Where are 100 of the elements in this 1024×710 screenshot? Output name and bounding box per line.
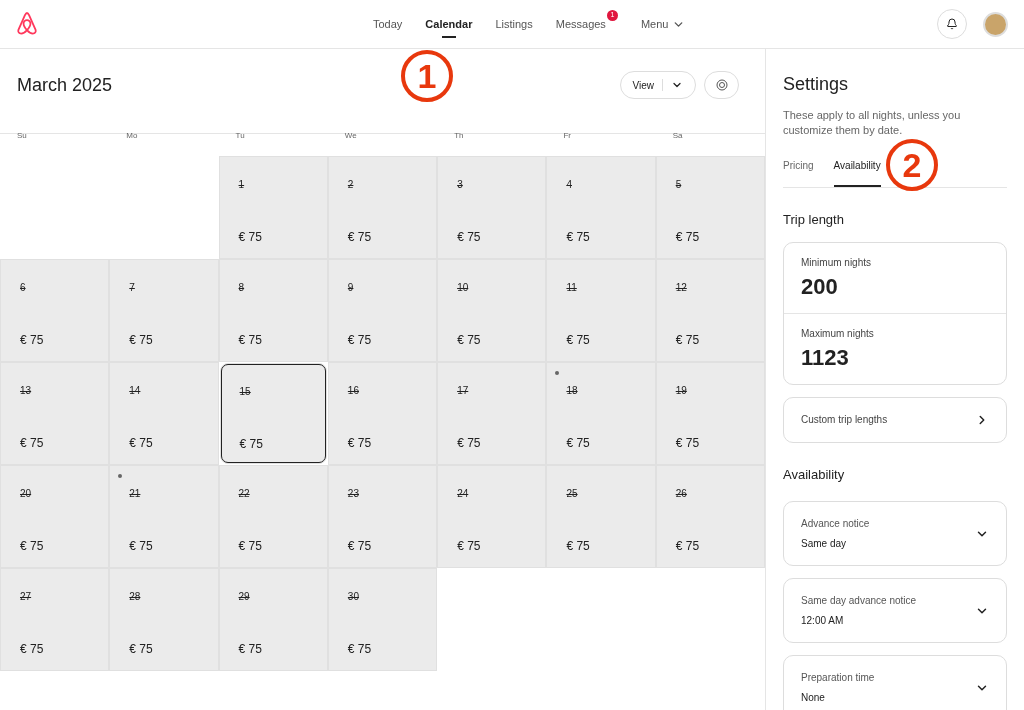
day-number: 21 xyxy=(129,487,141,501)
day-price: € 75 xyxy=(238,641,262,658)
day-cell[interactable]: 28 € 75 xyxy=(109,568,219,671)
day-number: 18 xyxy=(566,384,578,398)
settings-tab[interactable]: Availability xyxy=(833,158,881,187)
day-price: € 75 xyxy=(675,538,700,555)
logo-icon[interactable] xyxy=(16,12,38,36)
day-number: 26 xyxy=(675,487,687,501)
weekday-label: We xyxy=(344,131,357,140)
day-number: 5 xyxy=(675,178,682,192)
day-price: € 75 xyxy=(457,538,481,555)
field-value[interactable]: 1123 xyxy=(801,340,849,374)
day-cell[interactable]: 17 € 75 xyxy=(437,362,547,465)
day-number: 25 xyxy=(566,487,578,501)
day-price: € 75 xyxy=(347,332,372,349)
day-cell[interactable]: 19 € 75 xyxy=(655,362,765,465)
menu-button[interactable]: Menu xyxy=(640,0,686,48)
day-cell[interactable]: 25 € 75 xyxy=(546,465,656,568)
day-cell[interactable]: 1 € 75 xyxy=(218,156,328,259)
day-cell[interactable]: 3 € 75 xyxy=(437,156,547,259)
month-title: March 2025 xyxy=(17,73,113,97)
day-number: 16 xyxy=(347,384,359,398)
day-cell[interactable]: 5 € 75 xyxy=(655,156,765,259)
dropdown-field[interactable]: Preparation time None xyxy=(783,655,1007,710)
day-price: € 75 xyxy=(129,332,153,349)
day-price: € 75 xyxy=(566,229,590,246)
day-price: € 75 xyxy=(675,229,700,246)
dropdown-field[interactable]: Advance notice Same day xyxy=(783,501,1007,566)
day-number: 17 xyxy=(457,384,469,398)
nav-tab[interactable]: Listings xyxy=(495,0,533,48)
day-cell[interactable]: 11 € 75 xyxy=(546,259,656,362)
day-cell[interactable]: 8 € 75 xyxy=(218,259,328,362)
day-price: € 75 xyxy=(675,332,700,349)
day-number: 27 xyxy=(20,590,32,604)
day-number: 8 xyxy=(238,281,245,295)
day-price: € 75 xyxy=(238,538,262,555)
day-cell[interactable]: 16 € 75 xyxy=(327,362,438,465)
day-cell[interactable]: 4 € 75 xyxy=(546,156,656,259)
day-cell[interactable]: 21 € 75 xyxy=(109,465,219,568)
nav-tab[interactable]: Today xyxy=(373,0,403,48)
day-number: 13 xyxy=(20,384,32,398)
weekday-label: Tu xyxy=(235,131,245,140)
day-number: 4 xyxy=(566,178,572,192)
day-price: € 75 xyxy=(20,538,44,555)
day-price: € 75 xyxy=(239,436,263,453)
circle-icon xyxy=(715,79,728,91)
day-number: 20 xyxy=(20,487,32,501)
day-cell[interactable]: 13 € 75 xyxy=(0,362,110,465)
day-cell[interactable]: 20 € 75 xyxy=(0,465,110,568)
day-price: € 75 xyxy=(457,332,481,349)
day-cell[interactable]: 30 € 75 xyxy=(327,568,438,671)
day-number: 14 xyxy=(129,384,141,398)
day-cell[interactable]: 6 € 75 xyxy=(0,259,110,362)
settings-title: Settings xyxy=(783,73,850,96)
active-tab-underline xyxy=(441,36,456,38)
annotation-number: 1 xyxy=(401,50,453,102)
day-number: 12 xyxy=(675,281,687,295)
custom-trip-lengths-button[interactable]: Custom trip lengths xyxy=(783,396,1007,443)
day-number: 24 xyxy=(457,487,469,501)
day-price: € 75 xyxy=(238,229,262,246)
day-cell[interactable]: 29 € 75 xyxy=(218,568,328,671)
field-value[interactable]: 200 xyxy=(801,269,838,303)
day-price: € 75 xyxy=(20,435,44,452)
day-number: 10 xyxy=(457,281,469,295)
day-number: 2 xyxy=(347,178,354,192)
weekday-label: Mo xyxy=(126,131,138,140)
day-price: € 75 xyxy=(566,538,590,555)
day-number: 29 xyxy=(238,590,250,604)
day-price: € 75 xyxy=(129,435,153,452)
day-number: 7 xyxy=(129,281,135,295)
day-cell[interactable]: 10 € 75 xyxy=(437,259,547,362)
day-cell[interactable]: 15 € 75 xyxy=(219,363,327,464)
day-cell[interactable]: 18 € 75 xyxy=(546,362,656,465)
day-price: € 75 xyxy=(347,435,372,452)
day-price: € 75 xyxy=(457,229,481,246)
day-cell[interactable]: 9 € 75 xyxy=(327,259,438,362)
settings-tab[interactable]: Pricing xyxy=(783,158,814,187)
nav-tab[interactable]: Calendar xyxy=(425,0,473,48)
day-cell[interactable]: 12 € 75 xyxy=(655,259,765,362)
day-number: 30 xyxy=(347,590,359,604)
day-cell[interactable]: 14 € 75 xyxy=(109,362,219,465)
day-cell[interactable]: 24 € 75 xyxy=(437,465,547,568)
day-number: 28 xyxy=(129,590,141,604)
section-heading: Availability xyxy=(783,465,846,484)
avatar-icon[interactable] xyxy=(983,11,1008,37)
weekday-label: Th xyxy=(454,131,464,140)
day-number: 6 xyxy=(20,281,26,295)
day-cell[interactable]: 7 € 75 xyxy=(109,259,219,362)
day-cell[interactable]: 23 € 75 xyxy=(327,465,438,568)
day-cell[interactable]: 27 € 75 xyxy=(0,568,110,671)
weekday-label: Fr xyxy=(563,131,571,140)
day-number: 9 xyxy=(347,281,354,295)
day-cell[interactable]: 26 € 75 xyxy=(655,465,765,568)
day-price: € 75 xyxy=(347,229,372,246)
dropdown-field[interactable]: Same day advance notice 12:00 AM xyxy=(783,578,1007,643)
day-number: 3 xyxy=(457,178,463,192)
day-cell[interactable]: 2 € 75 xyxy=(327,156,438,259)
weekday-label: Su xyxy=(17,131,27,140)
day-price: € 75 xyxy=(347,538,372,555)
day-cell[interactable]: 22 € 75 xyxy=(218,465,328,568)
